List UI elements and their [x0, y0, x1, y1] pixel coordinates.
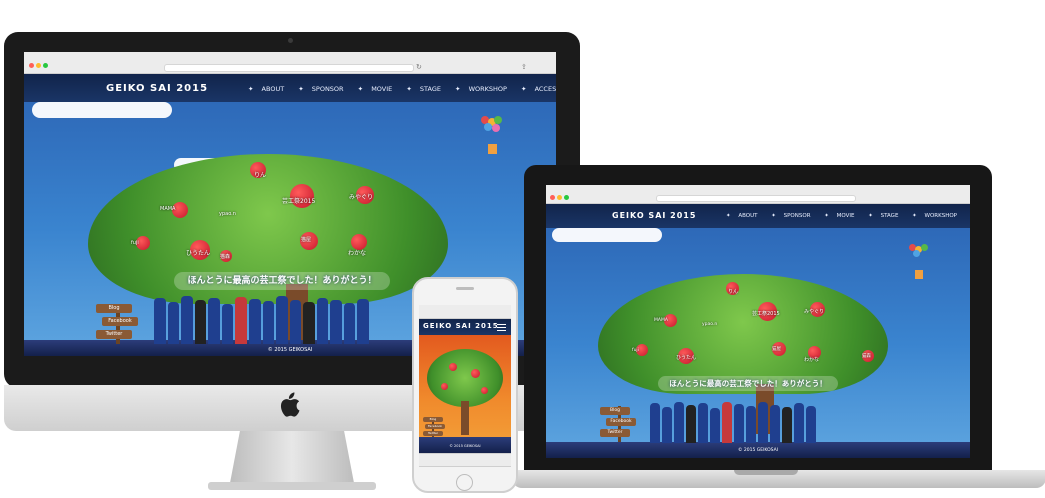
window-controls[interactable]	[550, 187, 571, 205]
macbook-browser-toolbar	[546, 185, 970, 204]
macbook-address-bar[interactable]	[656, 195, 856, 202]
macbook-site: GEIKO SAI 2015 ✦ ABOUT ✦ SPONSOR ✦ MOVIE…	[546, 204, 970, 458]
blog-sign[interactable]: Blog	[423, 417, 443, 422]
copyright: © 2015 GEIKOSAI	[737, 448, 779, 453]
blog-sign[interactable]: Blog	[600, 407, 630, 415]
nav-stage[interactable]: ✦ STAGE	[862, 213, 898, 219]
nav-movie[interactable]: ✦ MOVIE	[352, 85, 393, 93]
apple-label: 芸工祭2015	[282, 198, 316, 205]
imac-address-bar[interactable]	[164, 64, 414, 72]
apple-label: わかな	[348, 250, 367, 257]
cloud	[552, 228, 662, 242]
nav-sponsor[interactable]: ✦ SPONSOR	[292, 85, 343, 93]
twitter-sign[interactable]: Twitter	[600, 429, 630, 437]
apple-marker[interactable]	[481, 387, 488, 394]
blog-sign[interactable]: Blog	[96, 304, 132, 313]
tree-trunk	[461, 401, 469, 435]
apple-label: 芸工祭2015	[752, 311, 780, 317]
nav-stage[interactable]: ✦ STAGE	[400, 85, 441, 93]
apple-label: fuji	[632, 348, 639, 353]
apple-label: りん	[254, 172, 267, 179]
window-controls[interactable]	[29, 55, 50, 73]
nav-about[interactable]: ✦ ABOUT	[242, 85, 284, 93]
apple-label: 猫森	[220, 254, 231, 260]
students-group	[154, 296, 371, 344]
apple-label: りん	[728, 289, 739, 295]
facebook-sign[interactable]: Facebook	[102, 317, 138, 326]
nav-workshop[interactable]: ✦ WORKSHOP	[449, 85, 507, 93]
apple-label: ypao.n	[702, 322, 718, 327]
iphone-speaker	[456, 287, 474, 290]
twitter-sign[interactable]: Twitter	[96, 330, 132, 339]
thank-you-banner: ほんとうに最高の芸工祭でした！ありがとう！	[174, 272, 390, 290]
apple-label: ひうたん	[676, 355, 697, 361]
imac-browser-toolbar: ↻ ⇪	[24, 52, 556, 74]
imac-stand-foot	[208, 482, 376, 490]
nav-about[interactable]: ✦ ABOUT	[720, 213, 758, 219]
copyright: © 2015 GEIKOSAI	[449, 444, 481, 448]
twitter-sign[interactable]: Twitter	[423, 431, 443, 436]
nav-access[interactable]: ✦ ACCESS	[515, 85, 556, 93]
site-logo[interactable]: GEIKO SAI 2015	[423, 322, 499, 330]
apple-label: ypao.n	[219, 211, 236, 217]
reload-icon[interactable]: ↻	[416, 63, 422, 71]
nav-access[interactable]: ✦ ACCESS	[965, 213, 970, 219]
apple-logo-icon	[276, 392, 302, 422]
apple-label: 猫屋	[772, 347, 781, 352]
thank-you-banner: ほんとうに最高の芸工祭でした！ありがとう！	[658, 376, 838, 391]
site-logo[interactable]: GEIKO SAI 2015	[106, 83, 208, 94]
balloon-house-illustration	[908, 244, 930, 288]
facebook-sign[interactable]: Facebook	[606, 418, 636, 426]
cloud	[32, 102, 172, 118]
imac-camera	[288, 38, 293, 43]
balloon-house-illustration	[479, 116, 505, 166]
apple-marker[interactable]	[441, 383, 448, 390]
apple-label: 猫屋	[301, 237, 312, 243]
iphone-bottom-toolbar[interactable]	[419, 453, 511, 467]
tree-canopy	[427, 349, 503, 407]
apple-label: fuji	[131, 240, 139, 246]
apple-marker[interactable]	[471, 369, 480, 378]
iphone-screen: GEIKO SAI 2015 Blog Facebook Twitter © 2…	[419, 305, 511, 467]
macbook-notch	[734, 470, 798, 475]
site-menu: ✦ ABOUT ✦ SPONSOR ✦ MOVIE ✦ STAGE ✦ WORK…	[714, 213, 970, 219]
nav-sponsor[interactable]: ✦ SPONSOR	[765, 213, 810, 219]
apple-label: わかな	[804, 357, 820, 363]
apple-label: MAMA	[160, 206, 176, 212]
site-menu: ✦ ABOUT ✦ SPONSOR ✦ MOVIE ✦ STAGE ✦ WORK…	[236, 85, 556, 93]
apple-label: ひうたん	[186, 250, 211, 257]
apple-label: MAMA	[654, 318, 668, 323]
hamburger-icon[interactable]	[497, 324, 506, 331]
imac-stand	[230, 431, 354, 483]
apple-label: みやぐり	[349, 194, 374, 201]
students-group	[650, 402, 818, 443]
share-icon[interactable]: ⇪	[521, 63, 527, 71]
iphone-address-bar[interactable]	[419, 305, 511, 319]
apple-marker[interactable]	[449, 363, 457, 371]
facebook-sign[interactable]: Facebook	[425, 424, 445, 429]
apple-label: 猫森	[862, 354, 871, 359]
apple-label: みやぐり	[804, 309, 825, 315]
nav-movie[interactable]: ✦ MOVIE	[818, 213, 854, 219]
site-logo[interactable]: GEIKO SAI 2015	[612, 211, 696, 220]
nav-workshop[interactable]: ✦ WORKSHOP	[906, 213, 957, 219]
iphone-home-button[interactable]	[456, 474, 473, 491]
